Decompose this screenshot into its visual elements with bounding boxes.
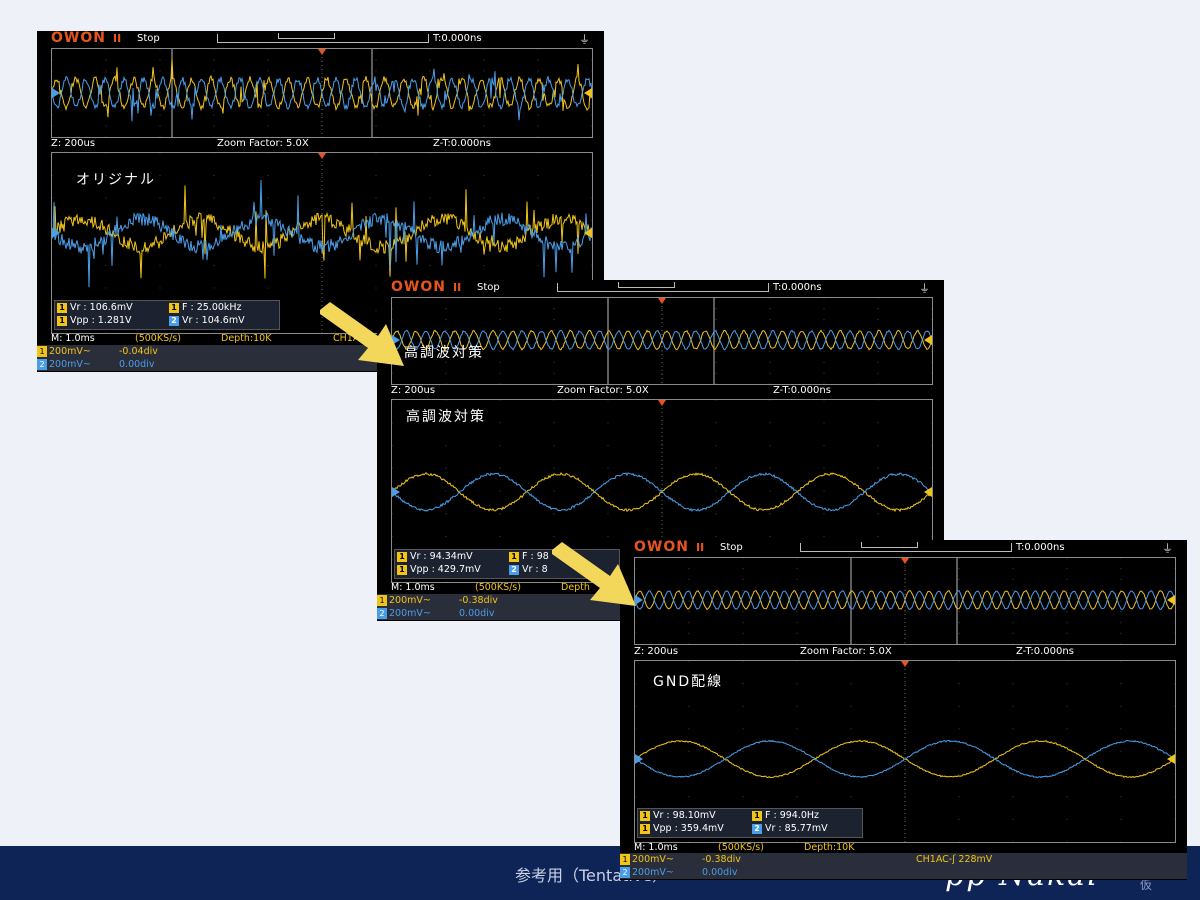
- memory-depth: Depth:10K: [221, 333, 272, 344]
- memory-depth: Depth:10K: [804, 842, 855, 853]
- zoom-factor: Zoom Factor: 5.0X: [217, 138, 309, 149]
- trigger-position-marker: [901, 558, 909, 564]
- trigger-time: T:0.000ns: [433, 33, 482, 44]
- pause-icon: II: [453, 281, 462, 294]
- ch1-trace: [52, 185, 592, 279]
- timeline-bar: [557, 282, 769, 292]
- usb-icon: ⏚: [919, 282, 930, 295]
- timebase: M: 1.0ms: [634, 842, 678, 853]
- ch1-offset: -0.04div: [119, 346, 158, 357]
- main-waveform: [392, 298, 932, 384]
- zoom-trigger-time: Z-T:0.000ns: [433, 138, 491, 149]
- usb-icon: ⏚: [579, 33, 590, 46]
- trigger-position-marker: [658, 400, 666, 406]
- trigger-setting: CH1AC-ʃ 228mV: [916, 854, 993, 865]
- trigger-level-marker: [924, 487, 932, 497]
- zoom-time: Z: 200us: [51, 138, 96, 149]
- main-waveform-panel: [51, 48, 593, 138]
- trigger-level-marker: [924, 335, 932, 345]
- trigger-time: T:0.000ns: [1016, 542, 1065, 553]
- sample-rate: (500KS/s): [475, 582, 521, 593]
- main-waveform-panel: 高調波対策: [391, 297, 933, 385]
- zoom-time: Z: 200us: [634, 646, 679, 657]
- ch1-vpp: 1 Vpp : 1.281V: [57, 315, 132, 327]
- trigger-level-marker: [1167, 595, 1175, 605]
- brand-logo: OWON: [634, 540, 689, 555]
- ch1-vr: 1 Vr : 106.6mV: [57, 302, 133, 314]
- zoom-trigger-time: Z-T:0.000ns: [1016, 646, 1074, 657]
- arrow-icon: [552, 542, 636, 606]
- ch2-vr: 2 Vr : 85.77mV: [752, 823, 828, 835]
- ch1-settings-row: 1 200mV~ -0.38div CH1AC-ʃ 228mV: [620, 853, 1187, 866]
- timeline-window: [278, 33, 335, 39]
- ch2-offset: 0.00div: [119, 359, 155, 370]
- timebase: M: 1.0ms: [51, 333, 95, 344]
- timeline-window: [861, 542, 918, 548]
- annotation-label: オリジナル: [76, 172, 156, 188]
- sample-rate: (500KS/s): [135, 333, 181, 344]
- trigger-position-marker: [318, 153, 326, 159]
- measurement-box: 1 Vr : 98.10mV 1F : 994.0Hz 1 Vpp : 359.4m…: [637, 808, 863, 838]
- main-waveform: [52, 49, 592, 137]
- ch2-level-marker: [635, 754, 643, 764]
- timeline-window: [618, 282, 675, 288]
- annotation-label: 高調波対策: [406, 409, 486, 425]
- ch1-offset: -0.38div: [702, 854, 741, 865]
- ch2-vr: 2 Vr : 8: [509, 564, 548, 576]
- ch2-level-marker: [52, 88, 60, 98]
- ch2-settings-row: 2 200mV~ 0.00div: [620, 866, 1187, 879]
- brand-logo: OWON: [391, 280, 446, 295]
- main-waveform-panel: [634, 557, 1176, 645]
- ch2-scale: 200mV~: [49, 359, 91, 370]
- pause-icon: II: [113, 32, 122, 45]
- annotation-label: GND配線: [653, 674, 724, 690]
- brand-logo: OWON: [51, 31, 106, 46]
- annotation-label-overlay: 高調波対策: [404, 345, 484, 361]
- ch1-vr: 1 Vr : 94.34mV: [397, 551, 473, 563]
- usb-icon: ⏚: [1162, 542, 1173, 555]
- ch1-vr: 1 Vr : 98.10mV: [640, 810, 716, 822]
- zoom-trigger-time: Z-T:0.000ns: [773, 385, 831, 396]
- zoom-time: Z: 200us: [391, 385, 436, 396]
- oscilloscope-screenshot-gnd-wiring: OWON II Stop T:0.000ns ⏚ Z: 200us Zoom F…: [620, 540, 1187, 880]
- ch2-scale: 200mV~: [389, 608, 431, 619]
- run-state: Stop: [720, 542, 743, 553]
- timeline-bar: [217, 33, 429, 43]
- ch1-scale: 200mV~: [49, 346, 91, 357]
- scope-header: OWON II Stop T:0.000ns ⏚: [37, 31, 604, 47]
- ch1-offset: -0.38div: [459, 595, 498, 606]
- ch2-offset: 0.00div: [459, 608, 495, 619]
- run-state: Stop: [477, 282, 500, 293]
- run-state: Stop: [137, 33, 160, 44]
- zoom-waveform-panel: GND配線 1 Vr : 98.10mV 1F : 994.0Hz 1 Vpp : …: [634, 660, 1176, 843]
- ch1-frequency: 1F : 25.00kHz: [169, 302, 242, 314]
- ch1-frequency: 1F : 98: [509, 551, 549, 563]
- arrow-icon: [320, 302, 404, 366]
- scope-header: OWON II Stop T:0.000ns ⏚: [377, 280, 944, 296]
- trigger-level-marker: [1167, 754, 1175, 764]
- ch1-vpp: 1 Vpp : 429.7mV: [397, 564, 481, 576]
- trigger-position-marker: [318, 49, 326, 55]
- trigger-level-marker: [584, 88, 592, 98]
- trigger-time: T:0.000ns: [773, 282, 822, 293]
- trigger-position-marker: [658, 298, 666, 304]
- main-waveform: [635, 558, 1175, 644]
- ch2-offset: 0.00div: [702, 867, 738, 878]
- ch1-vpp: 1 Vpp : 359.4mV: [640, 823, 724, 835]
- timebase: M: 1.0ms: [391, 582, 435, 593]
- zoom-factor: Zoom Factor: 5.0X: [800, 646, 892, 657]
- sample-rate: (500KS/s): [718, 842, 764, 853]
- ch1-frequency: 1F : 994.0Hz: [752, 810, 819, 822]
- ch2-vr: 2 Vr : 104.6mV: [169, 315, 245, 327]
- measurement-box: 1 Vr : 106.6mV 1F : 25.00kHz 1 Vpp : 1.281…: [54, 300, 280, 330]
- ch1-scale: 200mV~: [632, 854, 674, 865]
- zoom-factor: Zoom Factor: 5.0X: [557, 385, 649, 396]
- trigger-position-marker: [901, 661, 909, 667]
- ch2-scale: 200mV~: [632, 867, 674, 878]
- pause-icon: II: [696, 541, 705, 554]
- ch1-trace: [52, 58, 592, 118]
- scope-header: OWON II Stop T:0.000ns ⏚: [620, 540, 1187, 556]
- timeline-bar: [800, 542, 1012, 552]
- ch1-scale: 200mV~: [389, 595, 431, 606]
